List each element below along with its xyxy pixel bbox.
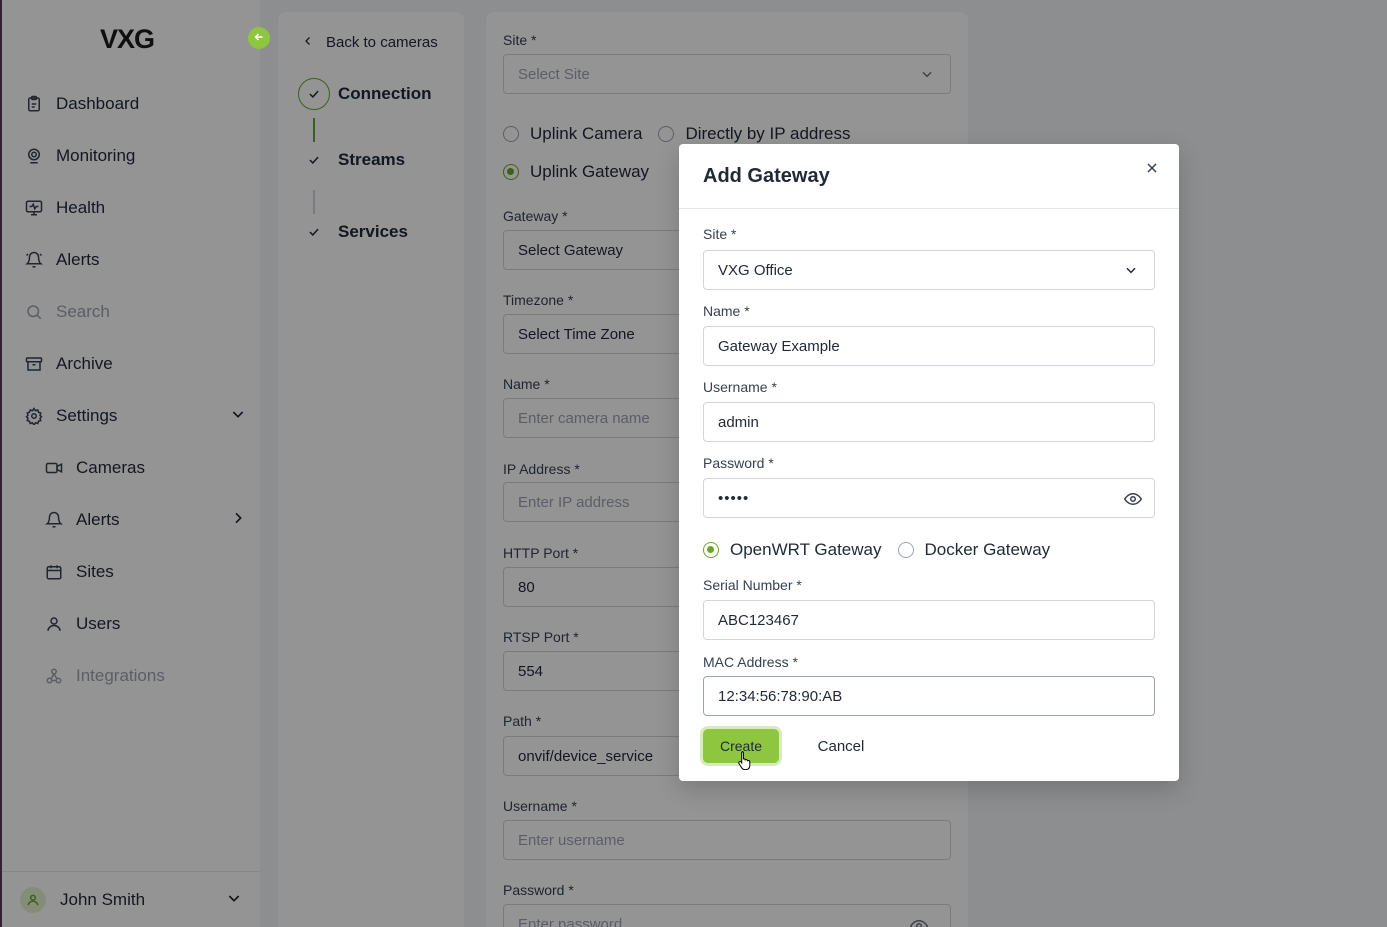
gw-password-label: Password * <box>703 455 774 471</box>
gw-mac-label: MAC Address * <box>703 654 798 670</box>
add-gateway-dialog: Add Gateway Site * VXG Office Name * Gat… <box>679 144 1179 781</box>
cancel-button[interactable]: Cancel <box>803 729 879 763</box>
gw-site-select[interactable]: VXG Office <box>703 250 1155 290</box>
gw-serial-label: Serial Number * <box>703 577 802 593</box>
eye-icon[interactable] <box>1123 490 1143 512</box>
sidebar-collapse-button[interactable] <box>248 27 270 49</box>
close-button[interactable] <box>1143 161 1161 179</box>
arrow-left-icon <box>253 31 265 46</box>
gw-name-label: Name * <box>703 303 750 319</box>
hand-cursor-icon <box>737 750 753 775</box>
gw-site-value: VXG Office <box>718 261 793 279</box>
gw-mac-input[interactable]: 12:34:56:78:90:AB <box>703 676 1155 716</box>
gw-username-input[interactable]: admin <box>703 402 1155 442</box>
gw-password-value: ••••• <box>718 489 750 507</box>
openwrt-label: OpenWRT Gateway <box>730 540 882 559</box>
gw-username-label: Username * <box>703 379 777 395</box>
gw-site-label: Site * <box>703 226 737 242</box>
dialog-title: Add Gateway <box>703 165 830 187</box>
gateway-type-row: OpenWRT Gateway Docker Gateway <box>703 540 1050 560</box>
gw-password-input[interactable]: ••••• <box>703 478 1155 518</box>
gw-name-input[interactable]: Gateway Example <box>703 326 1155 366</box>
chevron-down-icon <box>1124 263 1138 281</box>
gw-serial-input[interactable]: ABC123467 <box>703 600 1155 640</box>
docker-label: Docker Gateway <box>924 540 1051 559</box>
openwrt-radio[interactable] <box>703 542 719 558</box>
close-icon <box>1145 161 1159 180</box>
divider <box>679 208 1179 209</box>
docker-radio[interactable] <box>897 542 914 558</box>
